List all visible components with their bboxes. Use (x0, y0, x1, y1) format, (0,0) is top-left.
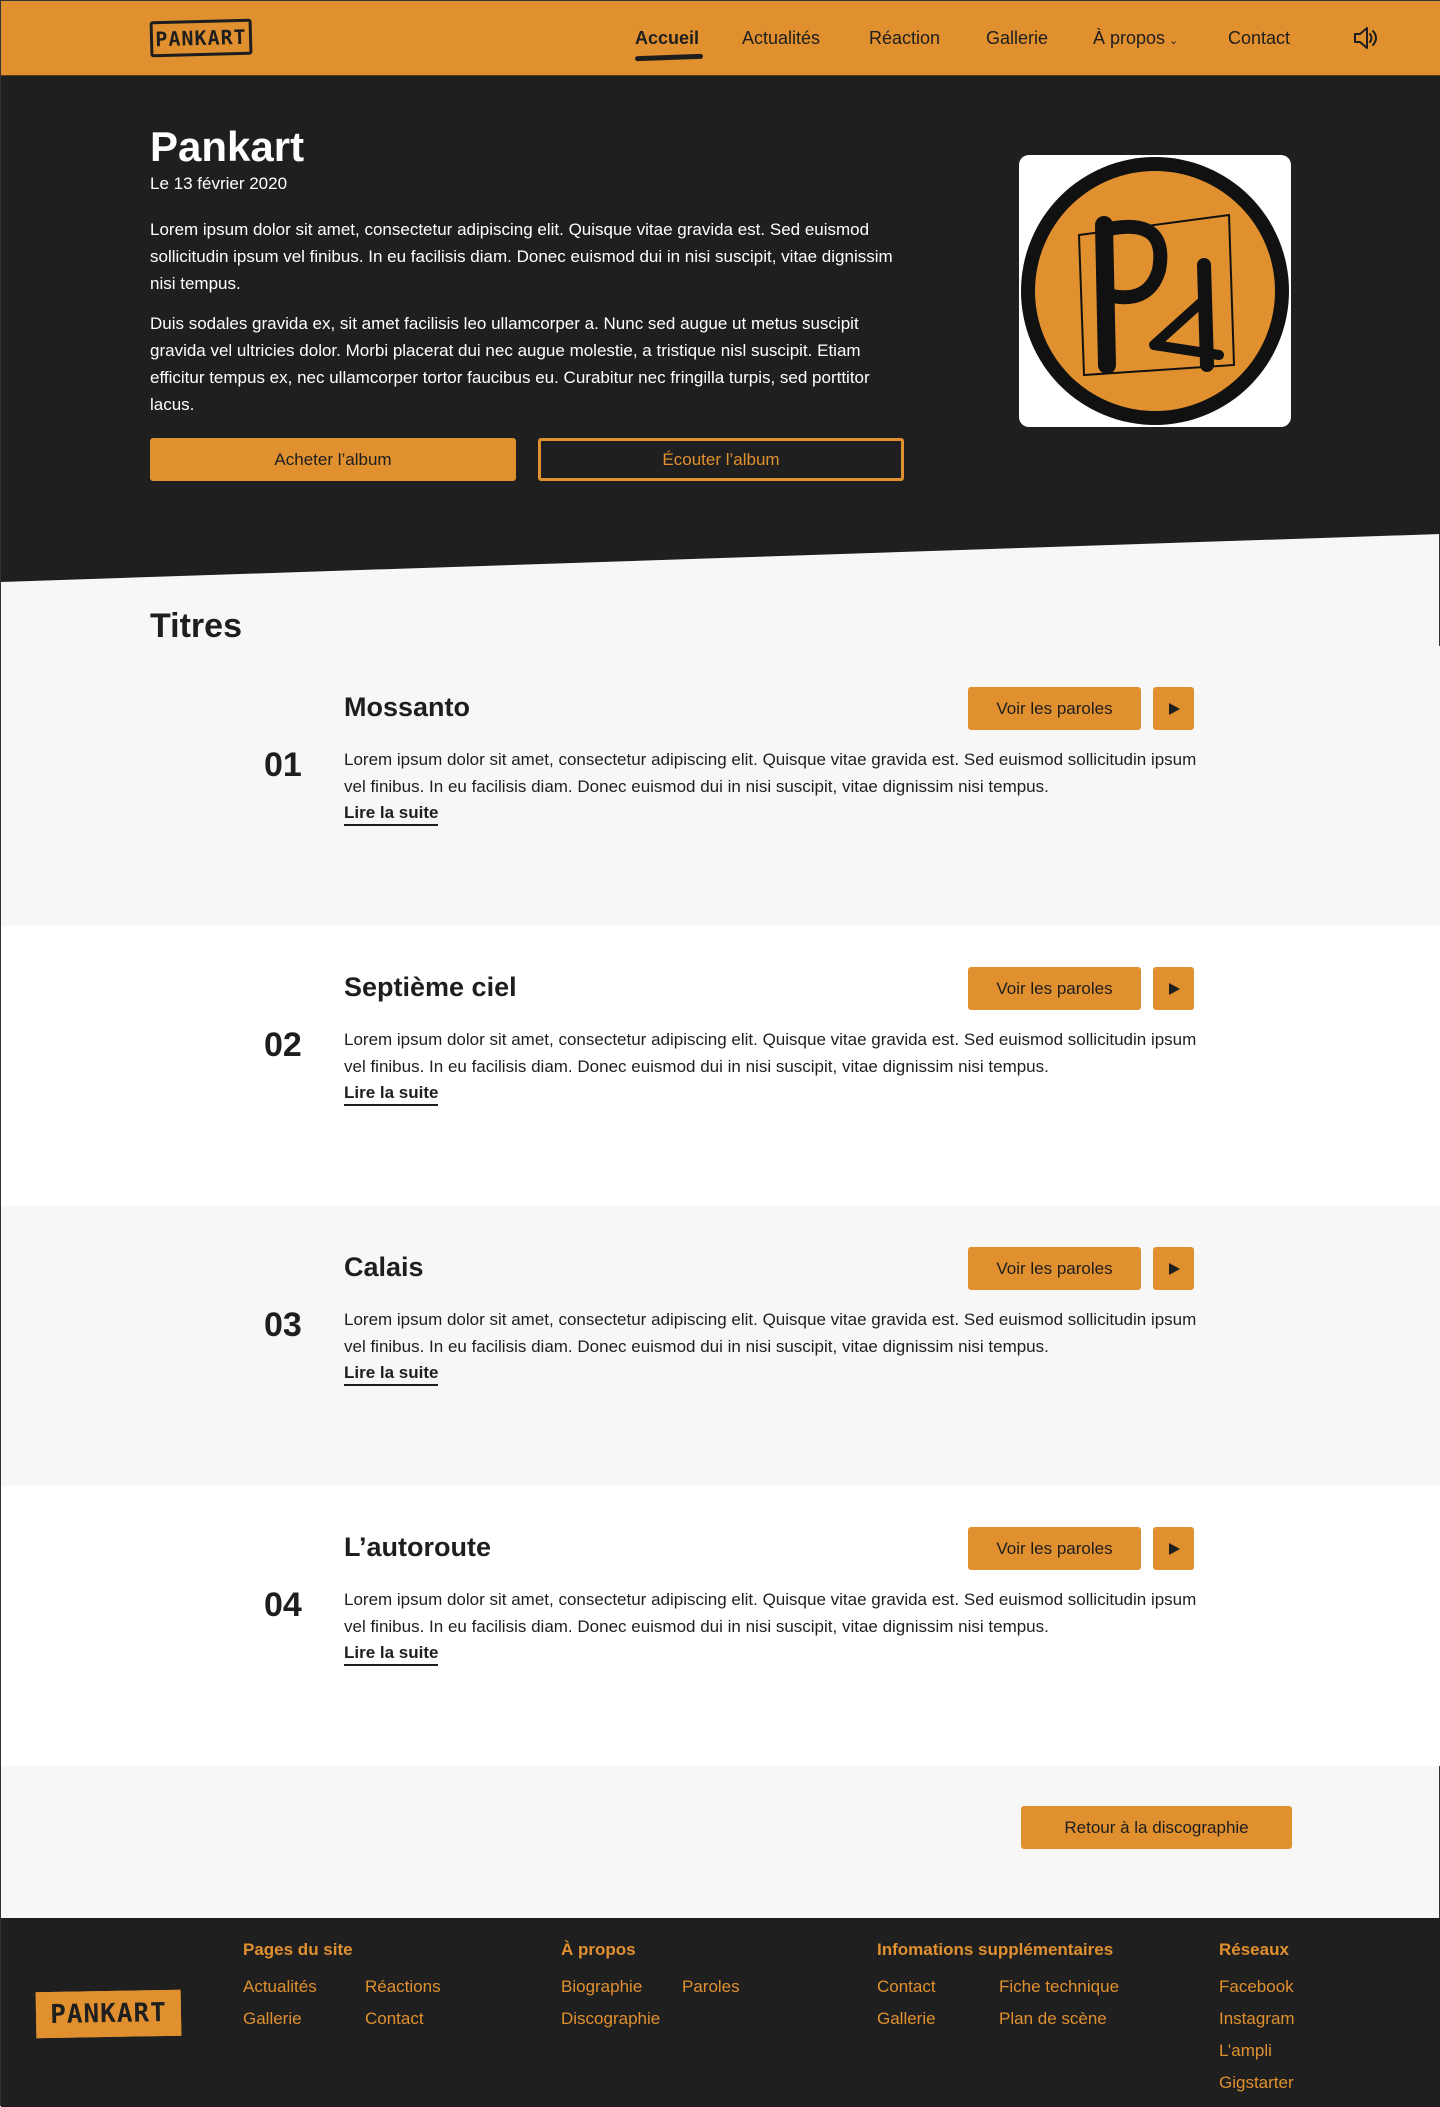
play-icon (1168, 702, 1180, 715)
read-more-link[interactable]: Lire la suite (344, 1363, 439, 1386)
footer-link-instagram[interactable]: Instagram (1219, 2009, 1295, 2029)
track-number: 04 (264, 1586, 302, 1624)
read-more-link[interactable]: Lire la suite (344, 1643, 439, 1666)
footer-link-biographie[interactable]: Biographie (561, 1977, 642, 1997)
footer-link-info-gallerie[interactable]: Gallerie (877, 2009, 936, 2029)
play-button[interactable] (1153, 687, 1194, 730)
nav-item-accueil[interactable]: Accueil (635, 28, 699, 49)
track-description: Lorem ipsum dolor sit amet, consectetur … (344, 1030, 1197, 1076)
nav-item-actualites[interactable]: Actualités (742, 28, 820, 49)
view-lyrics-button[interactable]: Voir les paroles (968, 687, 1141, 730)
track-number: 03 (264, 1306, 302, 1344)
nav-item-a-propos-label: À propos (1093, 28, 1166, 48)
footer-link-actualites[interactable]: Actualités (243, 1977, 317, 1997)
speaker-icon[interactable] (1351, 23, 1381, 53)
nav-item-contact[interactable]: Contact (1228, 28, 1290, 49)
track-name: Septième ciel (344, 972, 517, 1002)
back-to-discography-button[interactable]: Retour à la discographie (1021, 1806, 1292, 1849)
footer-link-paroles[interactable]: Paroles (682, 1977, 740, 1997)
buy-album-button[interactable]: Acheter l’album (150, 438, 516, 481)
album-title: Pankart (150, 123, 305, 170)
track-item: 01 Mossanto Lorem ipsum dolor sit amet, … (1, 646, 1440, 926)
footer-link-info-contact[interactable]: Contact (877, 1977, 936, 1997)
footer-heading-reseaux: Réseaux (1219, 1940, 1289, 1959)
track-description: Lorem ipsum dolor sit amet, consectetur … (344, 1310, 1197, 1356)
track-number: 02 (264, 1026, 302, 1064)
track-name: Mossanto (344, 692, 471, 722)
track-name: L’autoroute (344, 1532, 491, 1562)
footer-heading-infos: Infomations supplémentaires (877, 1940, 1114, 1959)
track-number: 01 (264, 746, 302, 784)
play-button[interactable] (1153, 967, 1194, 1010)
site-footer: PANKART Pages du site Actualités Réactio… (1, 1918, 1440, 2107)
album-description-2: Duis sodales gravida ex, sit amet facili… (150, 314, 870, 414)
nav-item-a-propos[interactable]: À propos ⌄ (1093, 28, 1178, 49)
tracks-heading: Titres (150, 607, 242, 645)
track-description: Lorem ipsum dolor sit amet, consectetur … (344, 750, 1197, 796)
play-icon (1168, 1542, 1180, 1555)
footer-logo[interactable]: PANKART (35, 1989, 182, 2039)
play-icon (1168, 1262, 1180, 1275)
footer-link-plan-de-scene[interactable]: Plan de scène (999, 2009, 1107, 2029)
listen-album-button[interactable]: Écouter l’album (538, 438, 904, 481)
read-more-link[interactable]: Lire la suite (344, 1083, 439, 1106)
album-hero: Pankart Le 13 février 2020 Lorem ipsum d… (1, 76, 1440, 582)
track-item: 02 Septième ciel Lorem ipsum dolor sit a… (1, 926, 1440, 1206)
footer-link-fiche-technique[interactable]: Fiche technique (999, 1977, 1119, 1997)
view-lyrics-button[interactable]: Voir les paroles (968, 967, 1141, 1010)
track-item: 03 Calais Lorem ipsum dolor sit amet, co… (1, 1206, 1440, 1486)
album-date: Le 13 février 2020 (150, 174, 288, 193)
footer-link-gigstarter[interactable]: Gigstarter (1219, 2073, 1294, 2093)
footer-logo-text: PANKART (49, 1997, 168, 2031)
footer-link-gallerie[interactable]: Gallerie (243, 2009, 302, 2029)
nav-active-underline (634, 53, 704, 62)
view-lyrics-button[interactable]: Voir les paroles (968, 1527, 1141, 1570)
play-button[interactable] (1153, 1247, 1194, 1290)
footer-heading-a-propos: À propos (561, 1940, 636, 1959)
album-description-1: Lorem ipsum dolor sit amet, consectetur … (150, 220, 893, 293)
view-lyrics-button[interactable]: Voir les paroles (968, 1247, 1141, 1290)
track-name: Calais (344, 1252, 424, 1282)
album-cover-image: PK (1019, 155, 1291, 427)
play-icon (1168, 982, 1180, 995)
footer-link-discographie[interactable]: Discographie (561, 2009, 660, 2029)
nav-item-reaction[interactable]: Réaction (869, 28, 940, 49)
track-description: Lorem ipsum dolor sit amet, consectetur … (344, 1590, 1197, 1636)
footer-link-reactions[interactable]: Réactions (365, 1977, 441, 1997)
play-button[interactable] (1153, 1527, 1194, 1570)
read-more-link[interactable]: Lire la suite (344, 803, 439, 826)
main-nav: Accueil Actualités Réaction Gallerie À p… (1, 1, 1440, 76)
nav-item-gallerie[interactable]: Gallerie (986, 28, 1048, 49)
footer-heading-pages: Pages du site (243, 1940, 353, 1959)
footer-link-lampli[interactable]: L’ampli (1219, 2041, 1272, 2061)
footer-link-facebook[interactable]: Facebook (1219, 1977, 1294, 1997)
track-item: 04 L’autoroute Lorem ipsum dolor sit ame… (1, 1486, 1440, 1766)
footer-link-contact[interactable]: Contact (365, 2009, 424, 2029)
site-header: PANKART Accueil Actualités Réaction Gall… (1, 1, 1440, 76)
chevron-down-icon: ⌄ (1169, 35, 1179, 47)
